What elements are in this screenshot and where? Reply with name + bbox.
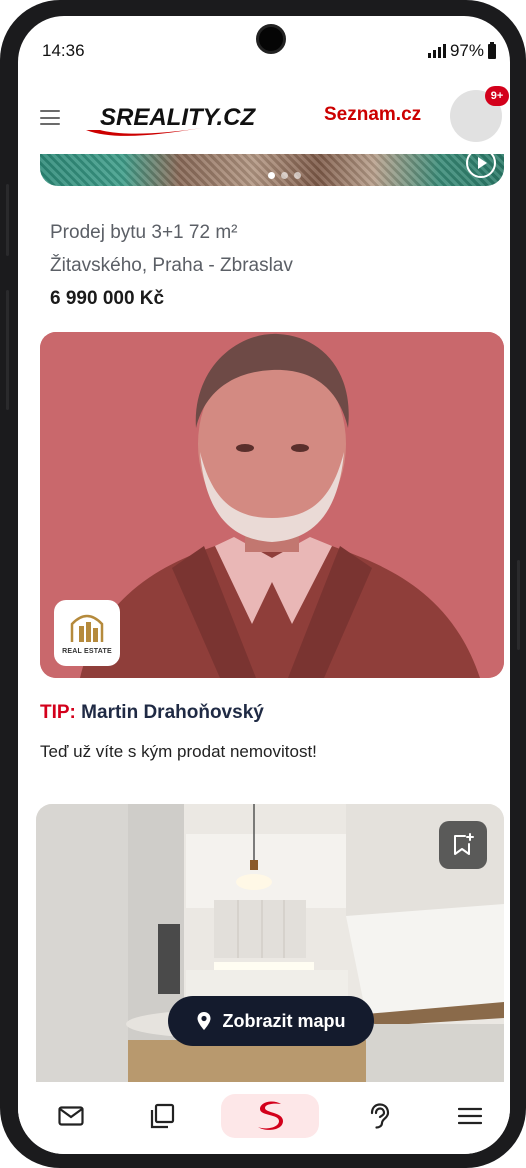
save-listing-button[interactable] [439, 821, 487, 869]
copy-icon [150, 1103, 175, 1129]
agent-tip-card[interactable]: REAL ESTATE [40, 332, 504, 678]
signal-icon [427, 44, 446, 58]
phone-screen: 14:36 97% SREALITY.CZ Seznam.cz 9+ Prode… [18, 16, 510, 1154]
ear-icon [370, 1103, 390, 1129]
mail-icon [58, 1106, 84, 1126]
real-estate-logo-label: REAL ESTATE [62, 648, 112, 655]
bottom-navigation [18, 1082, 510, 1154]
listings-feed[interactable]: Prodej bytu 3+1 72 m² Žitavského, Praha … [18, 154, 510, 1082]
bookmark-add-icon [454, 833, 474, 855]
front-camera [256, 24, 286, 54]
carousel-dots [268, 172, 301, 179]
real-estate-logo: REAL ESTATE [54, 600, 120, 666]
side-button [6, 184, 9, 256]
nav-hints[interactable] [352, 1094, 406, 1138]
app-header: SREALITY.CZ Seznam.cz 9+ [18, 82, 510, 154]
status-bar: 14:36 97% [18, 16, 510, 82]
battery-percent: 97% [449, 41, 484, 60]
nav-saved[interactable] [135, 1094, 189, 1138]
status-indicators: 97% [427, 41, 496, 61]
nav-menu[interactable] [443, 1094, 497, 1138]
side-button [6, 290, 9, 410]
menu-icon [458, 1107, 482, 1125]
status-clock: 14:36 [42, 41, 85, 60]
building-icon [70, 614, 104, 642]
side-button [517, 560, 520, 650]
map-pin-icon [197, 1012, 211, 1030]
nav-messages[interactable] [44, 1094, 98, 1138]
agent-name: Martin Drahoňovský [81, 702, 264, 723]
listing-card-info[interactable]: Prodej bytu 3+1 72 m² Žitavského, Praha … [50, 216, 293, 315]
notification-badge: 9+ [485, 86, 509, 106]
logo-text: SREALITY.CZ [100, 104, 256, 131]
tip-subtitle: Teď už víte s kým prodat nemovitost! [40, 742, 317, 761]
sreality-logo[interactable]: SREALITY.CZ [82, 100, 282, 140]
listing-title: Prodej bytu 3+1 72 m² [50, 222, 238, 243]
listing-price: 6 990 000 Kč [50, 288, 165, 309]
hamburger-menu-icon[interactable] [40, 110, 60, 125]
show-map-button[interactable]: Zobrazit mapu [168, 996, 374, 1046]
listing-address: Žitavského, Praha - Zbraslav [50, 255, 293, 276]
listing-photo[interactable] [40, 154, 504, 186]
tip-prefix: TIP: [40, 702, 76, 723]
tip-heading[interactable]: TIP: Martin Drahoňovský [40, 702, 264, 724]
nav-home[interactable] [221, 1094, 319, 1138]
sreality-s-icon [258, 1101, 283, 1130]
seznam-link[interactable]: Seznam.cz [324, 104, 421, 126]
show-map-label: Zobrazit mapu [222, 1010, 346, 1031]
battery-icon [488, 41, 496, 59]
